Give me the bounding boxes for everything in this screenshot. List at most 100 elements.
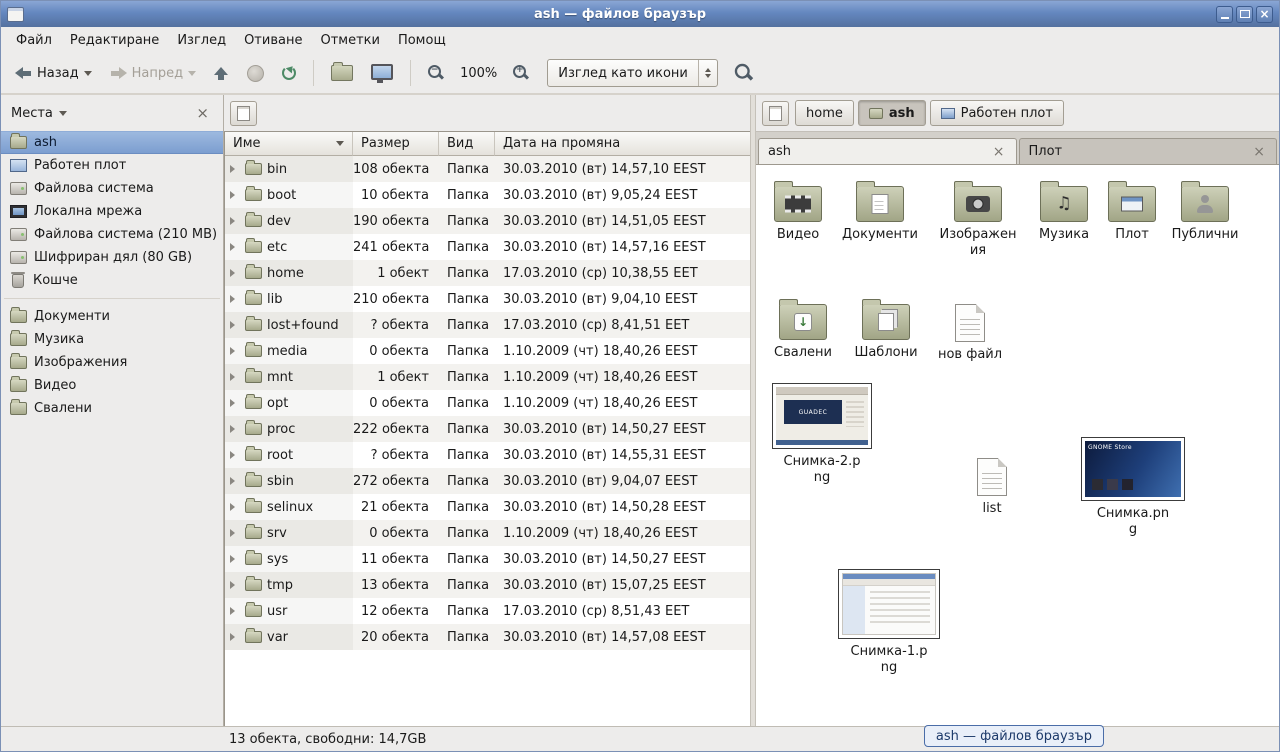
file-row[interactable]: dev190 обектаПапка30.03.2010 (вт) 14,51,… xyxy=(225,208,750,234)
tab-close-icon[interactable]: × xyxy=(1251,145,1267,159)
file-row[interactable]: root? обектаПапка30.03.2010 (вт) 14,55,3… xyxy=(225,442,750,468)
row-expander-icon[interactable] xyxy=(230,243,240,251)
file-row[interactable]: mnt1 обектПапка1.10.2009 (чт) 18,40,26 E… xyxy=(225,364,750,390)
file-row[interactable]: bin108 обектаПапка30.03.2010 (вт) 14,57,… xyxy=(225,156,750,182)
row-expander-icon[interactable] xyxy=(230,347,240,355)
file-icon[interactable]: Изображения xyxy=(936,179,1020,258)
file-row[interactable]: sys11 обектаПапка30.03.2010 (вт) 14,50,2… xyxy=(225,546,750,572)
file-icon[interactable]: GNOME StoreСнимка.png xyxy=(1078,437,1188,537)
column-header-size[interactable]: Размер xyxy=(353,132,439,156)
sidebar-close-button[interactable]: × xyxy=(192,106,213,121)
file-icon[interactable]: ↓Свалени xyxy=(761,297,845,361)
row-expander-icon[interactable] xyxy=(230,373,240,381)
sidebar-item[interactable]: Документи xyxy=(1,305,223,328)
sidebar-item[interactable]: Работен плот xyxy=(1,154,223,177)
file-icon[interactable]: Плот xyxy=(1090,179,1174,243)
titlebar[interactable]: ash — файлов браузър × xyxy=(1,1,1279,27)
row-expander-icon[interactable] xyxy=(230,295,240,303)
file-row[interactable]: home1 обектПапка17.03.2010 (ср) 10,38,55… xyxy=(225,260,750,286)
row-expander-icon[interactable] xyxy=(230,555,240,563)
file-icon[interactable]: GUADECСнимка-2.png xyxy=(767,383,877,485)
taskbar-window-button[interactable]: ash — файлов браузър xyxy=(924,725,1104,747)
location-toggle-button-left[interactable] xyxy=(230,101,257,126)
window-menu-icon[interactable] xyxy=(7,7,24,22)
tab-Плот[interactable]: Плот× xyxy=(1019,138,1278,164)
file-row[interactable]: var20 обектаПапка30.03.2010 (вт) 14,57,0… xyxy=(225,624,750,650)
breadcrumb-button[interactable]: ash xyxy=(858,100,926,126)
sidebar-item[interactable]: Локална мрежа xyxy=(1,200,223,223)
file-row[interactable]: lost+found? обектаПапка17.03.2010 (ср) 8… xyxy=(225,312,750,338)
file-icon[interactable]: Публични xyxy=(1163,179,1247,243)
row-expander-icon[interactable] xyxy=(230,633,240,641)
sidebar-item[interactable]: ash xyxy=(1,131,223,154)
back-button[interactable]: Назад xyxy=(7,60,100,87)
reload-button[interactable] xyxy=(274,60,304,86)
row-expander-icon[interactable] xyxy=(230,503,240,511)
tab-close-icon[interactable]: × xyxy=(991,145,1007,159)
file-icon[interactable]: Снимка-1.png xyxy=(834,569,944,675)
column-header-type[interactable]: Вид xyxy=(439,132,495,156)
back-history-icon[interactable] xyxy=(84,71,92,76)
row-expander-icon[interactable] xyxy=(230,581,240,589)
search-button[interactable] xyxy=(728,59,760,87)
file-row[interactable]: media0 обектаПапка1.10.2009 (чт) 18,40,2… xyxy=(225,338,750,364)
file-icon[interactable]: Видео xyxy=(756,179,840,243)
menu-go[interactable]: Отиване xyxy=(235,30,311,51)
breadcrumb-button[interactable]: Работен плот xyxy=(930,100,1064,126)
minimize-button[interactable] xyxy=(1216,6,1233,23)
row-expander-icon[interactable] xyxy=(230,607,240,615)
row-expander-icon[interactable] xyxy=(230,269,240,277)
file-row[interactable]: opt0 обектаПапка1.10.2009 (чт) 18,40,26 … xyxy=(225,390,750,416)
row-expander-icon[interactable] xyxy=(230,217,240,225)
file-icon[interactable]: нов файл xyxy=(928,299,1012,363)
row-expander-icon[interactable] xyxy=(230,477,240,485)
file-icon[interactable]: list xyxy=(950,453,1034,517)
file-row[interactable]: proc222 обектаПапка30.03.2010 (вт) 14,50… xyxy=(225,416,750,442)
sidebar-item[interactable]: Кошче xyxy=(1,269,223,292)
row-expander-icon[interactable] xyxy=(230,451,240,459)
file-row[interactable]: lib210 обектаПапка30.03.2010 (вт) 9,04,1… xyxy=(225,286,750,312)
sidebar-item[interactable]: Файлова система (210 MB) xyxy=(1,223,223,246)
sidebar-item[interactable]: Музика xyxy=(1,328,223,351)
close-button[interactable]: × xyxy=(1256,6,1273,23)
places-selector[interactable]: Места xyxy=(11,106,53,121)
file-row[interactable]: sbin272 обектаПапка30.03.2010 (вт) 9,04,… xyxy=(225,468,750,494)
row-expander-icon[interactable] xyxy=(230,529,240,537)
places-selector-caret-icon[interactable] xyxy=(59,111,67,116)
zoom-in-button[interactable]: + xyxy=(505,59,537,87)
file-icon[interactable]: Шаблони xyxy=(844,297,928,361)
file-row[interactable]: usr12 обектаПапка17.03.2010 (ср) 8,51,43… xyxy=(225,598,750,624)
row-expander-icon[interactable] xyxy=(230,191,240,199)
forward-button[interactable]: Напред xyxy=(102,60,204,87)
row-expander-icon[interactable] xyxy=(230,399,240,407)
menu-edit[interactable]: Редактиране xyxy=(61,30,168,51)
sidebar-item[interactable]: Изображения xyxy=(1,351,223,374)
file-row[interactable]: tmp13 обектаПапка30.03.2010 (вт) 15,07,2… xyxy=(225,572,750,598)
sidebar-item[interactable]: Шифриран дял (80 GB) xyxy=(1,246,223,269)
computer-button[interactable] xyxy=(363,58,401,89)
menu-bookmarks[interactable]: Отметки xyxy=(311,30,388,51)
sidebar-item[interactable]: Видео xyxy=(1,374,223,397)
maximize-button[interactable] xyxy=(1236,6,1253,23)
file-row[interactable]: etc241 обектаПапка30.03.2010 (вт) 14,57,… xyxy=(225,234,750,260)
row-expander-icon[interactable] xyxy=(230,425,240,433)
row-expander-icon[interactable] xyxy=(230,165,240,173)
breadcrumb-button[interactable]: home xyxy=(795,100,854,126)
stop-button[interactable] xyxy=(239,59,272,88)
file-row[interactable]: srv0 обектаПапка1.10.2009 (чт) 18,40,26 … xyxy=(225,520,750,546)
tab-ash[interactable]: ash× xyxy=(758,138,1017,164)
up-button[interactable] xyxy=(206,61,237,86)
sidebar-item[interactable]: Файлова система xyxy=(1,177,223,200)
sidebar-item[interactable]: Свалени xyxy=(1,397,223,420)
column-header-name[interactable]: Име xyxy=(225,132,353,156)
zoom-out-button[interactable]: − xyxy=(420,59,452,87)
view-mode-select[interactable]: Изглед като икони xyxy=(547,59,718,87)
menu-view[interactable]: Изглед xyxy=(168,30,235,51)
menu-file[interactable]: Файл xyxy=(7,30,61,51)
row-expander-icon[interactable] xyxy=(230,321,240,329)
home-button[interactable] xyxy=(323,59,361,87)
file-row[interactable]: boot10 обектаПапка30.03.2010 (вт) 9,05,2… xyxy=(225,182,750,208)
menu-help[interactable]: Помощ xyxy=(389,30,455,51)
location-toggle-button-right[interactable] xyxy=(762,101,789,126)
column-header-modified[interactable]: Дата на промяна xyxy=(495,132,750,156)
